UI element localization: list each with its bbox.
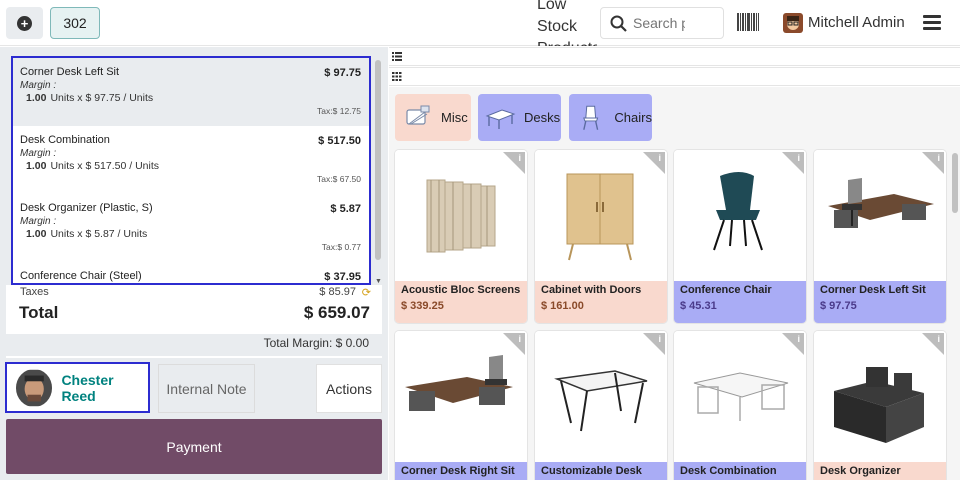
grid-icon: [392, 72, 402, 81]
product-price: $ 45.31: [680, 300, 717, 312]
orderline-price: $ 517.50: [318, 135, 361, 147]
actions-button[interactable]: Actions: [316, 364, 382, 413]
product-info-icon[interactable]: i: [782, 152, 804, 174]
orderline[interactable]: Desk Organizer (Plastic, S) $ 5.87 Margi…: [13, 194, 369, 262]
product-name: Desk Organizer: [820, 465, 901, 477]
product-info-icon[interactable]: i: [643, 152, 665, 174]
orderline-name: Desk Organizer (Plastic, S): [20, 202, 153, 214]
taxes-label: Taxes: [20, 286, 49, 298]
barcode-icon[interactable]: [737, 13, 759, 31]
product-info-icon[interactable]: i: [503, 333, 525, 355]
chair-icon: [583, 105, 599, 130]
grid-view-toggle[interactable]: [389, 67, 960, 86]
product-card[interactable]: i Desk Combination: [674, 331, 806, 480]
low-stock-button[interactable]: Low Stock Products: [537, 0, 597, 46]
view-toggle-bar: [389, 47, 960, 87]
total-label: Total: [19, 303, 59, 322]
orderline[interactable]: Conference Chair (Steel) $ 37.95: [13, 262, 369, 283]
category-chairs[interactable]: Chairs: [569, 94, 652, 141]
orderline-margin: Margin :: [20, 216, 57, 227]
product-price: $ 339.25: [401, 300, 444, 312]
category-bar: Misc Desks Chairs: [389, 87, 960, 147]
refresh-icon[interactable]: ⟳: [362, 286, 371, 299]
order-panel: Corner Desk Left Sit $ 97.75 Margin : 1.…: [0, 47, 388, 480]
category-label: Misc: [441, 110, 468, 125]
payment-button[interactable]: Payment: [6, 419, 382, 474]
orderline-qty: 1.00 Units x $ 5.87 / Units: [26, 228, 148, 240]
list-view-toggle[interactable]: [389, 47, 960, 66]
category-desks[interactable]: Desks: [478, 94, 561, 141]
product-name: Corner Desk Left Sit: [820, 284, 926, 296]
product-card[interactable]: i Conference Chair $ 45.31: [674, 150, 806, 323]
taxes-value: $ 85.97: [319, 286, 356, 298]
orderline-name: Conference Chair (Steel): [20, 270, 142, 282]
orderline-margin: Margin :: [20, 80, 57, 91]
order-tab[interactable]: 302: [50, 7, 100, 39]
product-scrollbar[interactable]: [952, 153, 958, 213]
product-card[interactable]: i Desk Organizer: [814, 331, 946, 480]
search-icon: [610, 15, 627, 32]
product-card[interactable]: i Acoustic Bloc Screens $ 339.25: [395, 150, 527, 323]
product-card[interactable]: i Cabinet with Doors $ 161.00: [535, 150, 667, 323]
product-name: Conference Chair: [680, 284, 772, 296]
plus-icon: +: [17, 15, 32, 31]
total-margin: Total Margin: $ 0.00: [263, 336, 369, 350]
top-bar: + 302 Low Stock Products Mitchell Admin: [0, 0, 960, 46]
total-value: $ 659.07: [303, 303, 370, 322]
orderline-name: Desk Combination: [20, 134, 110, 146]
product-card[interactable]: i Corner Desk Right Sit: [395, 331, 527, 480]
user-avatar[interactable]: [783, 13, 803, 33]
category-misc[interactable]: Misc: [395, 94, 471, 141]
orderline-qty: 1.00 Units x $ 517.50 / Units: [26, 160, 159, 172]
desk-icon: [485, 108, 516, 129]
orderline-tax: Tax:$ 0.77: [321, 242, 361, 252]
product-info-icon[interactable]: i: [643, 333, 665, 355]
orderline-price: $ 37.95: [324, 271, 361, 283]
product-card[interactable]: i Corner Desk Left Sit $ 97.75: [814, 150, 946, 323]
product-name: Acoustic Bloc Screens: [401, 284, 521, 296]
orderline-price: $ 97.75: [324, 67, 361, 79]
search-input[interactable]: [633, 8, 685, 38]
scroll-down-icon[interactable]: ▼: [375, 278, 382, 285]
orderline-price: $ 5.87: [330, 203, 361, 215]
orderline-tax: Tax:$ 67.50: [317, 174, 361, 184]
misc-icon: [406, 105, 430, 125]
orderline[interactable]: Corner Desk Left Sit $ 97.75 Margin : 1.…: [13, 58, 369, 126]
hamburger-menu-icon[interactable]: [923, 15, 941, 31]
orderline-tax: Tax:$ 12.75: [317, 106, 361, 116]
product-info-icon[interactable]: i: [922, 333, 944, 355]
category-label: Chairs: [614, 110, 652, 125]
product-info-icon[interactable]: i: [782, 333, 804, 355]
total-margin-row: Total Margin: $ 0.00: [6, 334, 382, 356]
product-info-icon[interactable]: i: [922, 152, 944, 174]
product-card[interactable]: i Customizable Desk: [535, 331, 667, 480]
orderline[interactable]: Desk Combination $ 517.50 Margin : 1.00 U…: [13, 126, 369, 194]
user-name[interactable]: Mitchell Admin: [808, 14, 905, 31]
product-grid: i Acoustic Bloc Screens $ 339.25 i Cabine…: [389, 147, 960, 480]
product-name: Corner Desk Right Sit: [401, 465, 515, 477]
orderline-name: Corner Desk Left Sit: [20, 66, 120, 78]
product-name: Customizable Desk: [541, 465, 642, 477]
product-price: $ 97.75: [820, 300, 857, 312]
customer-button[interactable]: Chester Reed: [5, 362, 150, 413]
search-box[interactable]: [600, 7, 724, 39]
orderline-qty: 1.00 Units x $ 97.75 / Units: [26, 92, 154, 104]
orderline-scrollbar[interactable]: ▼: [374, 60, 382, 285]
customer-name: Chester Reed: [61, 371, 114, 404]
product-price: $ 161.00: [541, 300, 584, 312]
list-icon: [392, 52, 402, 61]
product-name: Cabinet with Doors: [541, 284, 642, 296]
customer-avatar: [16, 369, 53, 406]
category-label: Desks: [524, 110, 561, 125]
orderline-margin: Margin :: [20, 148, 57, 159]
product-info-icon[interactable]: i: [503, 152, 525, 174]
internal-note-button[interactable]: Internal Note: [158, 364, 255, 413]
new-order-button[interactable]: +: [6, 7, 43, 39]
product-name: Desk Combination: [680, 465, 777, 477]
orderline-list[interactable]: Corner Desk Left Sit $ 97.75 Margin : 1.…: [11, 56, 371, 285]
